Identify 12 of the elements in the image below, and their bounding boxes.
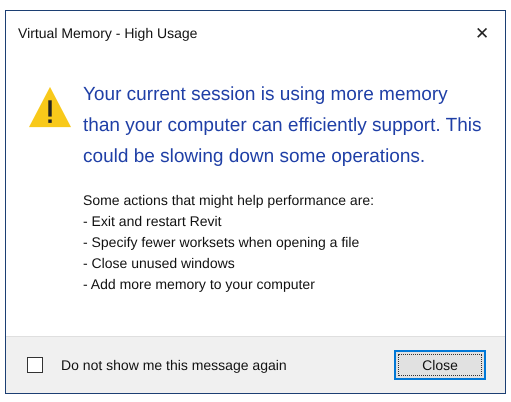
action-item: - Exit and restart Revit — [83, 212, 222, 231]
action-item: - Close unused windows — [83, 254, 236, 273]
close-button[interactable]: Close — [394, 350, 486, 380]
action-item: - Specify fewer worksets when opening a file — [83, 233, 360, 252]
message-heading: Your current session is using more memory than your computer can efficiently support. This could be slowing down some operations. — [83, 83, 483, 169]
warning-icon — [27, 85, 73, 129]
action-item: - Add more memory to your computer — [83, 275, 316, 294]
message-text: Some actions that might help performance are: — [83, 191, 376, 210]
checkbox-label: Do not show me this message again — [61, 357, 287, 373]
window-title: Virtual Memory - High Usage — [18, 25, 198, 41]
close-button[interactable]: ✕ — [459, 16, 505, 50]
checkbox[interactable] — [27, 357, 43, 373]
